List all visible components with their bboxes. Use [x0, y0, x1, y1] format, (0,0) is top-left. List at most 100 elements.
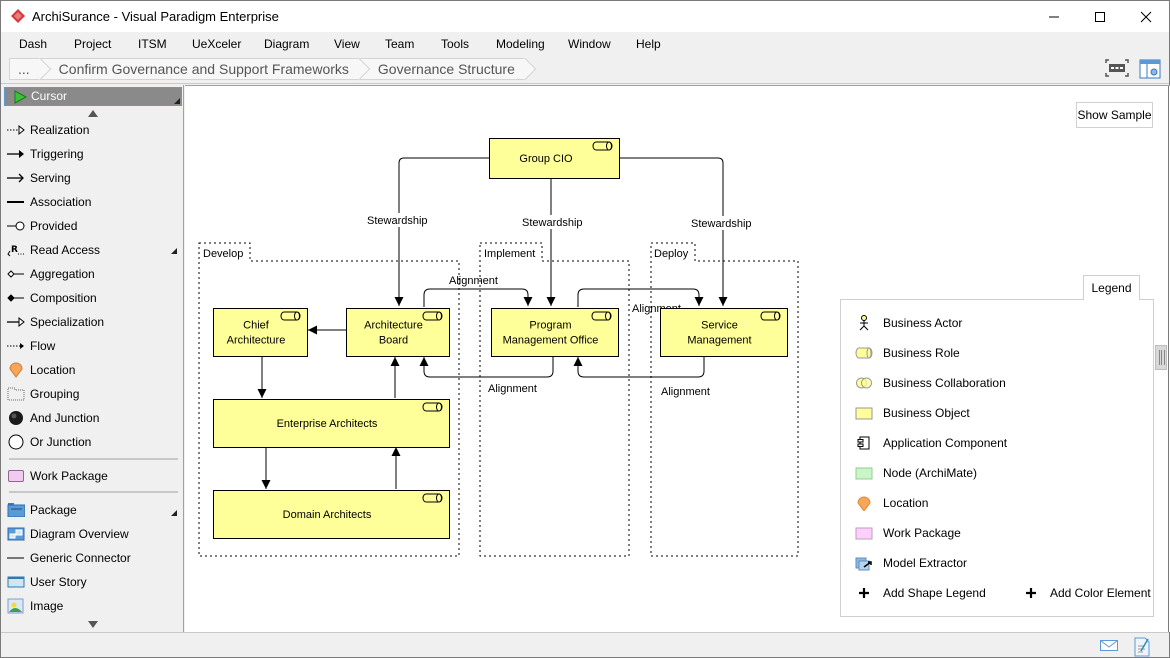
- grouping-icon: [7, 387, 25, 401]
- edge-architecture-board-to-program-management-office[interactable]: [423, 288, 533, 307]
- palette-item-user-story[interactable]: User Story: [7, 572, 179, 592]
- menu-dash[interactable]: Dash: [19, 37, 47, 51]
- node-label: Program: [529, 320, 571, 332]
- node-service-management[interactable]: Service Management: [660, 308, 788, 357]
- node-label: Management Office: [503, 335, 599, 347]
- legend-item-label: Application Component: [883, 436, 1008, 450]
- flow-icon: [7, 343, 24, 349]
- add-shape-legend-label: Add Shape Legend: [883, 586, 986, 600]
- palette-cursor-tool[interactable]: Cursor: [4, 87, 182, 106]
- palette-item-label: Realization: [30, 123, 90, 137]
- vertical-scrollbar-thumb[interactable]: [1155, 345, 1167, 370]
- palette-item-serving[interactable]: Serving: [7, 168, 179, 188]
- node-program-management-office[interactable]: Program Management Office: [491, 308, 619, 357]
- palette-item-label: Grouping: [30, 387, 80, 401]
- palette-item-triggering[interactable]: Triggering: [7, 144, 179, 164]
- palette-item-specialization[interactable]: Specialization: [7, 312, 179, 332]
- palette-item-work-package[interactable]: Work Package: [7, 466, 179, 486]
- or-junction-icon: [8, 434, 24, 450]
- edit-document-icon[interactable]: [1133, 637, 1151, 657]
- palette-item-aggregation[interactable]: Aggregation: [7, 264, 179, 284]
- edge-label-stewardship: Stewardship: [367, 215, 428, 227]
- edge-group-cio-to-service-management[interactable]: [619, 157, 728, 306]
- palette-item-composition[interactable]: Composition: [7, 288, 179, 308]
- breadcrumb-item-governance-structure[interactable]: Governance Structure: [358, 58, 525, 80]
- legend-item-label: Node (ArchiMate): [883, 466, 978, 480]
- edge-label-alignment: Alignment: [449, 275, 498, 287]
- edge-program-management-office-to-architecture-board[interactable]: [419, 356, 554, 378]
- breadcrumb-bar: ... Confirm Governance and Support Frame…: [1, 55, 1169, 84]
- palette-item-association[interactable]: Association: [7, 192, 179, 212]
- plus-icon: [859, 588, 869, 598]
- edge-label-stewardship: Stewardship: [691, 218, 752, 230]
- application-component-icon: [857, 436, 870, 450]
- package-icon: [7, 503, 25, 517]
- palette-scroll-up-icon[interactable]: [88, 110, 98, 117]
- legend-tab[interactable]: Legend: [1083, 275, 1140, 300]
- menu-view[interactable]: View: [334, 37, 360, 51]
- palette-item-label: Image: [30, 599, 64, 613]
- palette-item-image[interactable]: Image: [7, 596, 179, 616]
- palette-item-grouping[interactable]: Grouping: [7, 384, 179, 404]
- node-enterprise-architects[interactable]: Enterprise Architects: [213, 399, 450, 448]
- node-group-cio[interactable]: Group CIO: [489, 138, 620, 179]
- node-label: Architecture: [364, 320, 423, 332]
- palette-item-provided[interactable]: Provided: [7, 216, 179, 236]
- node-architecture-board[interactable]: Architecture Board: [346, 308, 450, 357]
- palette-scroll-down-icon[interactable]: [88, 621, 98, 628]
- panel-layout-icon[interactable]: [1139, 59, 1161, 79]
- menu-project[interactable]: Project: [74, 37, 111, 51]
- group-implement[interactable]: Implement: [479, 242, 630, 557]
- palette-item-and-junction[interactable]: And Junction: [7, 408, 179, 428]
- palette-item-flow[interactable]: Flow: [7, 336, 179, 356]
- menu-tools[interactable]: Tools: [441, 37, 469, 51]
- provided-icon: [7, 221, 25, 231]
- node-domain-architects[interactable]: Domain Architects: [213, 490, 450, 539]
- close-button[interactable]: [1123, 1, 1169, 32]
- palette-item-generic-connector[interactable]: Generic Connector: [7, 548, 179, 568]
- business-object-icon: [855, 407, 873, 420]
- palette-item-label: Triggering: [30, 147, 84, 161]
- palette-cursor-label: Cursor: [31, 89, 68, 103]
- menu-help[interactable]: Help: [636, 37, 661, 51]
- menu-team[interactable]: Team: [385, 37, 414, 51]
- palette-item-location[interactable]: Location: [7, 360, 179, 380]
- palette-item-label: And Junction: [30, 411, 100, 425]
- serving-icon: [7, 173, 24, 183]
- palette-item-package[interactable]: Package: [7, 500, 179, 520]
- palette-item-or-junction[interactable]: Or Junction: [7, 432, 179, 452]
- edge-service-management-to-program-management-office[interactable]: [573, 356, 705, 378]
- palette-item-label: Generic Connector: [30, 551, 131, 565]
- minimize-button[interactable]: [1031, 1, 1077, 32]
- node-label: Domain Architects: [283, 509, 372, 521]
- node-chief-architecture[interactable]: Chief Architecture: [213, 308, 308, 357]
- work-package-icon: [8, 470, 24, 482]
- location-icon: [9, 362, 23, 378]
- node-label: Enterprise Architects: [277, 418, 378, 430]
- diagram-canvas[interactable]: Develop Implement Deploy Stewardship Ste…: [185, 85, 1170, 633]
- menu-diagram[interactable]: Diagram: [264, 37, 309, 51]
- fit-diagram-icon[interactable]: [1105, 59, 1129, 77]
- maximize-button[interactable]: [1077, 1, 1123, 32]
- legend-item-label: Model Extractor: [883, 556, 968, 570]
- breadcrumb-tools: [1105, 59, 1161, 79]
- menu-modeling[interactable]: Modeling: [496, 37, 545, 51]
- palette-item-label: Provided: [30, 219, 78, 233]
- mail-icon[interactable]: [1099, 637, 1119, 653]
- show-sample-button[interactable]: Show Sample: [1076, 102, 1153, 128]
- node-label: Board: [379, 335, 408, 347]
- menu-window[interactable]: Window: [568, 37, 611, 51]
- group-label: Implement: [484, 248, 535, 260]
- palette-item-read-access[interactable]: R Read Access: [7, 240, 179, 260]
- breadcrumb-more[interactable]: ...: [9, 58, 40, 80]
- palette-item-realization[interactable]: Realization: [7, 120, 179, 140]
- legend-item-label: Business Collaboration: [883, 376, 1006, 390]
- plus-icon: [1026, 588, 1036, 598]
- palette-item-diagram-overview[interactable]: Diagram Overview: [7, 524, 179, 544]
- group-deploy[interactable]: Deploy: [650, 242, 799, 557]
- breadcrumb-item-confirm-governance[interactable]: Confirm Governance and Support Framework…: [39, 58, 359, 80]
- business-role-icon: [591, 311, 612, 321]
- menu-uexceler[interactable]: UeXceler: [192, 37, 241, 51]
- edge-label-stewardship: Stewardship: [522, 217, 583, 229]
- menu-itsm[interactable]: ITSM: [138, 37, 167, 51]
